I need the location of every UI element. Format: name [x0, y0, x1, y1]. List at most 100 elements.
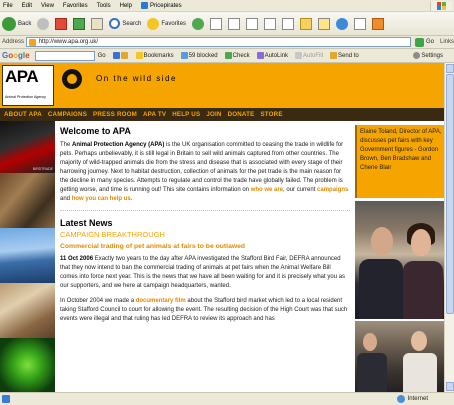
pricepirates-label: Pricepirates: [149, 2, 182, 9]
nav-campaigns[interactable]: CAMPAIGNS: [48, 111, 87, 118]
edit-button[interactable]: [264, 15, 277, 33]
menu-view[interactable]: View: [41, 3, 54, 9]
research-icon: [354, 17, 367, 30]
site-tagline: On the wild side: [96, 74, 177, 83]
check-button[interactable]: Check: [224, 52, 250, 59]
bradshaw-photo[interactable]: [355, 321, 444, 392]
go-arrow-icon: [414, 37, 424, 47]
search-button[interactable]: Search: [109, 15, 141, 33]
refresh-button[interactable]: [73, 15, 86, 33]
history-button[interactable]: [210, 15, 223, 33]
polar-bear-photo[interactable]: [0, 228, 55, 283]
nav-donate[interactable]: DONATE: [228, 111, 255, 118]
settings-label: Settings: [421, 52, 443, 59]
sendto-label: Send to: [338, 52, 359, 59]
links-menu[interactable]: Links: [440, 39, 454, 45]
sendto-icon: [330, 52, 338, 59]
who-we-are-link[interactable]: who we are: [251, 187, 283, 193]
campaigns-link[interactable]: campaigns: [317, 187, 348, 193]
stop-button[interactable]: [55, 15, 68, 33]
menu-edit[interactable]: Edit: [22, 3, 32, 9]
address-label: Address: [2, 39, 25, 45]
google-go-button[interactable]: Go: [98, 53, 106, 59]
windows-logo-icon: [430, 1, 452, 11]
crowd-photo[interactable]: [0, 283, 55, 338]
settings-gear-icon: [413, 52, 421, 59]
go-label: Go: [425, 39, 434, 45]
menu-tools[interactable]: Tools: [97, 3, 111, 9]
favorites-label: Favorites: [161, 20, 187, 27]
autofill-icon: [295, 52, 303, 59]
go-button[interactable]: Go: [414, 37, 434, 47]
nav-apa-tv[interactable]: APA TV: [143, 111, 166, 118]
google-logo[interactable]: Google: [2, 51, 30, 60]
news-paragraph-1: 11 Oct 2006 Exactly two years to the day…: [60, 256, 346, 289]
google-search-input[interactable]: [34, 50, 95, 61]
media-button[interactable]: [192, 15, 205, 33]
discuss-button[interactable]: [282, 15, 295, 33]
google-settings-button[interactable]: Settings: [413, 52, 443, 59]
nav-store[interactable]: STORE: [260, 111, 282, 118]
back-label: Back: [18, 20, 32, 27]
home-icon: [91, 17, 104, 30]
notes-button[interactable]: [318, 15, 331, 33]
extra-icon: [372, 17, 385, 30]
feature-callout[interactable]: Elaine Toland, Director of APA, discusse…: [355, 125, 444, 198]
menu-bar: File Edit View Favorites Tools Help Pric…: [0, 0, 454, 12]
autolink-label: AutoLink: [264, 52, 289, 59]
address-url: http://www.apa.org.uk/: [38, 39, 99, 45]
forward-button[interactable]: [37, 15, 50, 33]
forward-arrow-icon: [37, 17, 50, 30]
print-icon: [246, 17, 259, 30]
print-button[interactable]: [246, 15, 259, 33]
back-button[interactable]: Back: [2, 15, 31, 33]
divider: [60, 210, 350, 211]
autofill-button[interactable]: AutoFill: [295, 52, 323, 59]
check-label: Check: [232, 52, 250, 59]
how-you-can-help-link[interactable]: how you can help us: [72, 196, 131, 202]
refresh-icon: [73, 17, 86, 30]
google-extras-button[interactable]: [112, 52, 129, 59]
menu-favorites[interactable]: Favorites: [63, 3, 88, 9]
home-button[interactable]: [91, 15, 104, 33]
menu-file[interactable]: File: [3, 3, 13, 9]
mail-button[interactable]: [228, 15, 241, 33]
extra-button[interactable]: [372, 15, 385, 33]
news-headline[interactable]: Commercial trading of pet animals at fai…: [60, 242, 350, 252]
nav-press-room[interactable]: PRESS ROOM: [93, 111, 137, 118]
research-button[interactable]: [354, 15, 367, 33]
autolink-button[interactable]: AutoLink: [256, 52, 289, 59]
main-nav: ABOUT APA CAMPAIGNS PRESS ROOM APA TV HE…: [0, 108, 444, 121]
scroll-down-icon[interactable]: [446, 382, 454, 391]
page-done-icon: [2, 395, 10, 403]
bookmarks-button[interactable]: Bookmarks: [135, 52, 174, 59]
page-icon: [120, 52, 128, 59]
logo-text: APA: [5, 67, 39, 86]
sendto-button[interactable]: Send to: [330, 52, 359, 59]
nav-help-us[interactable]: HELP US: [172, 111, 200, 118]
scroll-up-icon[interactable]: [446, 64, 454, 73]
pricepirates-addon[interactable]: Pricepirates: [140, 2, 182, 9]
apa-logo[interactable]: APA Animal Protection Agency: [2, 65, 54, 106]
popup-blocker-button[interactable]: 59 blocked: [180, 52, 218, 59]
messenger-button[interactable]: [336, 15, 349, 33]
address-input[interactable]: http://www.apa.org.uk/: [25, 37, 411, 47]
folder-button[interactable]: [300, 15, 313, 33]
animal-photo[interactable]: [0, 173, 55, 228]
photo-column: BIRDTRADE: [0, 121, 55, 392]
brown-and-toland-photo[interactable]: [355, 201, 444, 319]
parrot-photo[interactable]: BIRDTRADE: [0, 121, 55, 173]
favorites-button[interactable]: Favorites: [147, 15, 186, 33]
frog-photo[interactable]: [0, 338, 55, 392]
bookmarks-label: Bookmarks: [143, 52, 174, 59]
nav-join[interactable]: JOIN: [206, 111, 221, 118]
menu-help[interactable]: Help: [120, 3, 132, 9]
nav-about-apa[interactable]: ABOUT APA: [4, 111, 42, 118]
welcome-title: Welcome to APA: [60, 126, 131, 136]
documentary-film-link[interactable]: documentary film: [136, 298, 186, 304]
welcome-paragraph: The Animal Protection Agency (APA) is th…: [60, 142, 349, 202]
scroll-thumb[interactable]: [446, 74, 454, 314]
star-icon: [147, 17, 160, 30]
vertical-scrollbar[interactable]: [444, 63, 454, 392]
popup-blocked-icon: [180, 52, 188, 59]
